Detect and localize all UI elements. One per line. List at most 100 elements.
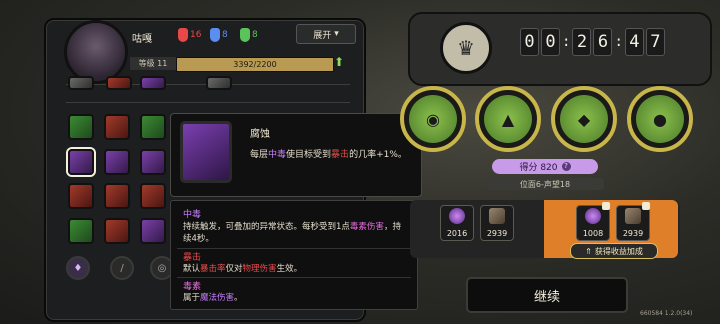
score-badge: 得分 820 ?: [492, 159, 598, 174]
expand-label: 展开: [313, 30, 332, 41]
helmet-boss-icon: ◆: [560, 95, 608, 143]
keyword-crit-title: 暴击: [183, 253, 202, 263]
text: 使目标受到: [286, 150, 332, 160]
resource-blue: 8: [210, 26, 228, 44]
timer-colon: :: [614, 34, 623, 50]
corrosion-skill-icon: [180, 121, 232, 183]
purple-orb-icon: [449, 208, 465, 224]
potion-icon[interactable]: ♦: [66, 256, 90, 280]
brown-crystal-icon: [625, 208, 641, 224]
chevron-down-icon: ▾: [334, 29, 339, 39]
skill-icon[interactable]: [104, 149, 130, 175]
expand-button[interactable]: 展开 ▾: [296, 24, 356, 44]
text: 默认: [183, 264, 201, 274]
bonus-boost-label: 获得收益加成: [594, 246, 643, 256]
text: 每层: [250, 150, 269, 160]
resource-red-value: 16: [190, 30, 202, 40]
defeated-boss-portrait[interactable]: ◆: [551, 86, 617, 152]
skill-icon[interactable]: [68, 76, 94, 90]
resource-blue-value: 8: [222, 30, 228, 40]
keyword-toxin-title: 毒素: [183, 282, 202, 292]
defeated-boss-portrait[interactable]: ◉: [400, 86, 466, 152]
bonus-reward-item: 1008: [576, 205, 610, 241]
skill-icon[interactable]: [104, 218, 130, 244]
brown-crystal-icon: [489, 208, 505, 224]
skill-icon[interactable]: [140, 76, 166, 90]
timer-colon: :: [562, 34, 571, 50]
sword-icon[interactable]: /: [110, 256, 134, 280]
plane-renown: 位面6-声望18: [486, 178, 604, 190]
blue-mask-icon: [210, 28, 220, 42]
keyword-glossary: 中毒 持续触发，可叠加的异常状态。每秒受到1点毒素伤害，持 续4秒。 暴击 默认…: [170, 200, 418, 310]
bonus-boost-button[interactable]: ⇑ 获得收益加成: [570, 243, 658, 259]
defeated-boss-portrait[interactable]: ▲: [475, 86, 541, 152]
skill-icon[interactable]: [104, 114, 130, 140]
character-name: 咕嘎: [132, 34, 152, 45]
question-icon[interactable]: ?: [561, 162, 571, 171]
text: 仅对: [225, 264, 243, 274]
skill-icon[interactable]: [140, 149, 166, 175]
version-text: 660584 1.2.0(34): [640, 310, 693, 317]
skill-icon-selected[interactable]: [68, 149, 94, 175]
skill-icon[interactable]: [140, 183, 166, 209]
timer-digit: 6: [593, 28, 613, 56]
keyword-poison: 中毒: [268, 150, 287, 160]
text: ，持: [383, 222, 401, 232]
keyword-crit: 暴击: [331, 150, 350, 160]
lock-icon: [642, 202, 650, 210]
timer-digit: 2: [572, 28, 592, 56]
divider: [177, 248, 411, 249]
defeated-boss-portrait[interactable]: ●: [627, 86, 693, 152]
text: 的几率+1%。: [349, 150, 407, 160]
green-mask-icon: [240, 28, 250, 42]
exp-text: 3392/2200: [233, 60, 277, 69]
text: 持续触发，可叠加的异常状态。每秒受到1点: [183, 222, 350, 232]
skill-icon[interactable]: [206, 76, 232, 90]
keyword-physical-damage: 物理伤害: [242, 264, 277, 274]
skill-icon[interactable]: [68, 218, 94, 244]
text: 属于: [183, 293, 201, 303]
keyword-crit-desc: 默认暴击率仅对物理伤害生效。: [183, 263, 302, 275]
red-mask-icon: [178, 28, 188, 42]
keyword-toxin-damage: 毒素伤害: [349, 222, 384, 232]
exp-bar: 3392/2200: [176, 57, 334, 72]
skill-icon[interactable]: [140, 218, 166, 244]
resource-green: 8: [240, 26, 258, 44]
skill-icon[interactable]: [140, 114, 166, 140]
keyword-poison-title: 中毒: [183, 210, 202, 220]
tooltip-description: 每层中毒使目标受到暴击的几率+1%。: [250, 147, 407, 160]
text: 。: [234, 293, 243, 303]
tooltip-title: 腐蚀: [250, 129, 270, 140]
bonus-reward-item: 2939: [616, 205, 650, 241]
divider: [66, 102, 350, 103]
timer-digit: 7: [645, 28, 665, 56]
skill-icon[interactable]: [106, 76, 132, 90]
continue-button[interactable]: 继续: [466, 277, 628, 313]
text: 生效。: [276, 264, 303, 274]
double-chevron-icon: ⇑: [585, 246, 592, 256]
crown-icon: ♛: [440, 22, 492, 74]
skill-icon[interactable]: [68, 183, 94, 209]
keyword-poison-desc: 持续触发，可叠加的异常状态。每秒受到1点毒素伤害，持: [183, 221, 401, 233]
character-avatar[interactable]: [64, 20, 128, 84]
keyword-crit-rate: 暴击率: [200, 264, 226, 274]
timer-digit: 0: [520, 28, 539, 56]
keyword-toxin-desc: 属于魔法伤害。: [183, 292, 243, 304]
knight-boss-icon: ▲: [484, 95, 532, 143]
keyword-magic-damage: 魔法伤害: [200, 293, 235, 303]
resource-red: 16: [178, 26, 201, 44]
reward-item: 2016: [440, 205, 474, 241]
score-label: 得分 820: [519, 163, 558, 173]
glasses-boss-icon: ●: [636, 95, 684, 143]
level-up-arrow-icon: ⬆: [334, 55, 345, 69]
reward-value: 2939: [622, 229, 644, 238]
level-label: 等级 11: [130, 57, 176, 70]
lock-icon: [602, 202, 610, 210]
timer-digit: 4: [624, 28, 644, 56]
skill-icon[interactable]: [68, 114, 94, 140]
reward-value: 1008: [582, 229, 604, 238]
reward-item: 2939: [480, 205, 514, 241]
reward-value: 2939: [486, 229, 508, 238]
resource-green-value: 8: [252, 30, 258, 40]
skill-icon[interactable]: [104, 183, 130, 209]
